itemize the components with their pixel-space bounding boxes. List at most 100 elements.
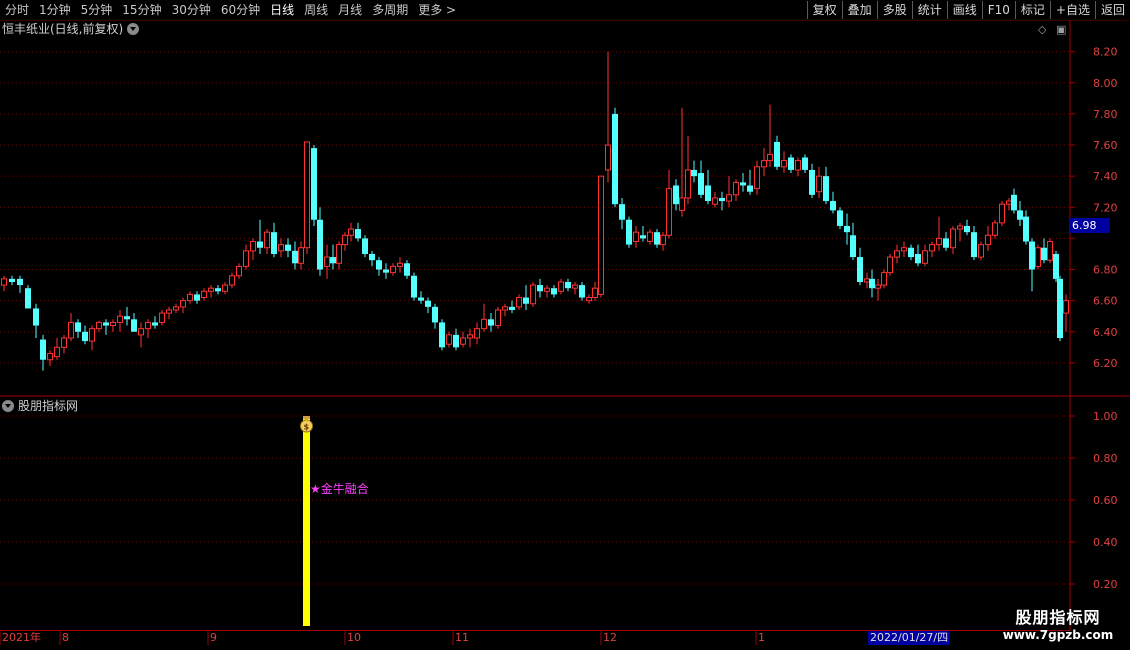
indicator-tick-label: 0.60	[1093, 494, 1118, 507]
candle-body	[446, 334, 452, 345]
candle-body	[908, 247, 914, 258]
candle-body	[173, 306, 179, 311]
price-tick-label: 8.00	[1093, 77, 1118, 90]
candle-body	[250, 241, 256, 252]
candle-body	[598, 175, 604, 295]
candle-body	[257, 241, 263, 248]
candle-body	[992, 222, 998, 236]
date-axis-label: 11	[455, 631, 469, 644]
kline-chart[interactable]: 8.20 8.00 7.80 7.60 7.40 7.20 6.80 6.60 6.40 6.20…	[0, 0, 1130, 650]
indicator-tick-label: 0.20	[1093, 578, 1118, 591]
candle-body	[432, 306, 438, 323]
current-price-tag: 6.98	[1070, 218, 1110, 233]
candle-body	[761, 160, 767, 168]
date-axis-label: 10	[347, 631, 361, 644]
sub-chart-title: 股朋指标网	[2, 398, 78, 414]
candle-body	[25, 288, 31, 309]
candle-body	[330, 257, 336, 264]
candle-body	[523, 297, 529, 304]
candle-body	[418, 297, 424, 301]
candle-body	[788, 157, 794, 170]
chevron-down-icon[interactable]	[2, 400, 14, 412]
candle-body	[691, 169, 697, 177]
candle-body	[726, 194, 732, 202]
candle-body	[103, 322, 109, 326]
signal-label: ★金牛融合	[310, 482, 369, 496]
candle-body	[369, 253, 375, 261]
candle-body	[180, 300, 186, 308]
candle-body	[75, 322, 81, 332]
candle-body	[397, 262, 403, 267]
candle-body	[355, 229, 361, 239]
candle-body	[915, 253, 921, 264]
candle-body	[54, 346, 60, 358]
candle-body	[605, 144, 611, 171]
candle-body	[809, 169, 815, 195]
candle-body	[453, 334, 459, 348]
money-bag-icon	[303, 416, 310, 419]
candle-body	[425, 300, 431, 307]
price-tick-label: 6.40	[1093, 326, 1118, 339]
candle-body	[666, 188, 672, 236]
candle-body	[964, 225, 970, 233]
candle-body	[474, 328, 480, 339]
candle-body	[516, 297, 522, 308]
candle-body	[61, 337, 67, 348]
candle-body	[362, 238, 368, 254]
candle-body	[33, 308, 39, 326]
candle-body	[264, 231, 270, 249]
candle-body	[467, 334, 473, 339]
candle-body	[495, 309, 501, 327]
candle-body	[229, 275, 235, 286]
price-tick-label: 6.80	[1093, 264, 1118, 277]
candle-body	[292, 250, 298, 264]
price-tick-label: 7.80	[1093, 108, 1118, 121]
candle-body	[612, 113, 618, 205]
candle-body	[619, 204, 625, 220]
candle-body	[439, 322, 445, 348]
candle-body	[208, 287, 214, 292]
candle-body	[159, 312, 165, 323]
candle-body	[767, 153, 773, 162]
candle-body	[317, 219, 323, 270]
side-panel-edge[interactable]	[1117, 22, 1130, 630]
candle-body	[816, 175, 822, 193]
candle-body	[530, 284, 536, 305]
price-tick-label: 6.20	[1093, 357, 1118, 370]
candle-body	[9, 278, 15, 282]
price-tick-label: 7.60	[1093, 139, 1118, 152]
watermark: 股朋指标网 www.7gpzb.com	[994, 604, 1122, 642]
candle-body	[285, 244, 291, 251]
candle-body	[936, 237, 942, 246]
candle-body	[679, 197, 685, 211]
candle-body	[481, 318, 487, 330]
candle-body	[633, 231, 639, 243]
candle-body	[647, 231, 653, 243]
candle-body	[1053, 253, 1059, 279]
candle-body	[572, 284, 578, 289]
candle-body	[278, 244, 284, 252]
candle-body	[733, 181, 739, 196]
candle-body	[1063, 300, 1069, 314]
candle-body	[592, 287, 598, 299]
candle-body	[654, 232, 660, 245]
candle-body	[929, 244, 935, 252]
candle-body	[1, 278, 7, 286]
candle-body	[850, 235, 856, 258]
candle-body	[376, 260, 382, 270]
candle-body	[166, 309, 172, 314]
candle-body	[110, 321, 116, 327]
candle-body	[971, 232, 977, 258]
indicator-tick-label: 0.40	[1093, 536, 1118, 549]
candle-body	[68, 321, 74, 339]
candle-body	[1047, 241, 1053, 261]
candle-body	[705, 185, 711, 202]
candle-body	[152, 322, 158, 326]
candle-body	[89, 328, 95, 342]
indicator-name: 股朋指标网	[18, 399, 79, 413]
candle-body	[950, 228, 956, 249]
candle-body	[304, 141, 310, 249]
candle-body	[685, 169, 691, 199]
candle-body	[1011, 194, 1017, 211]
candle-body	[298, 247, 304, 264]
